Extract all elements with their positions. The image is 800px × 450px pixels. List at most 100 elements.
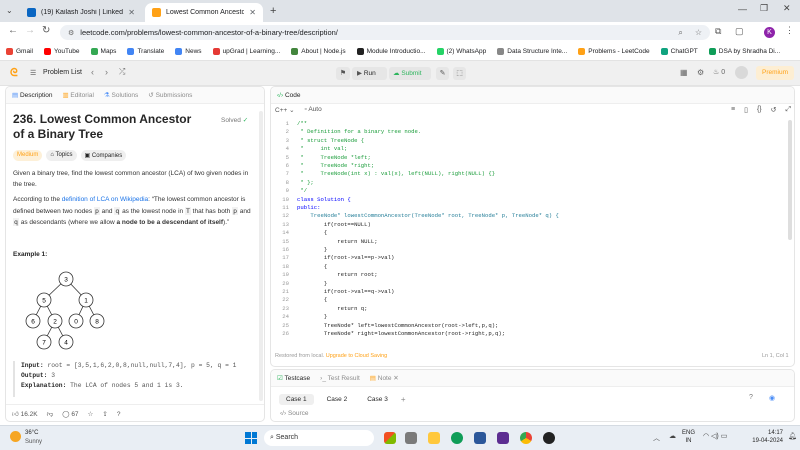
tab-leetcode[interactable]: Lowest Common Ancestor of a ✕ [145, 3, 263, 22]
code-line[interactable]: if(root->val==p->val) [297, 254, 395, 262]
code-line[interactable]: * TreeNode *right; [297, 162, 374, 170]
bookmark-item[interactable]: Translate [127, 48, 164, 55]
tab-search-icon[interactable]: ⌄ [6, 6, 16, 16]
bookmark-item[interactable]: Gmail [6, 48, 33, 55]
format-icon[interactable]: ≡ [731, 106, 735, 114]
code-line[interactable]: public: [297, 204, 321, 212]
site-info-icon[interactable]: ⚙ [68, 29, 74, 37]
close-icon[interactable]: ✕ [249, 8, 256, 17]
user-avatar[interactable] [735, 66, 748, 79]
profile-avatar[interactable]: K [764, 27, 775, 38]
layout-icon[interactable]: ▦ [680, 68, 688, 77]
bookmark-item[interactable]: upGrad | Learning... [212, 48, 280, 55]
edge-icon[interactable] [451, 432, 463, 444]
task-view-icon[interactable] [405, 432, 417, 444]
expand-icon[interactable]: ⤢ [786, 106, 792, 114]
code-line[interactable]: * int val; [297, 145, 347, 153]
close-icon[interactable]: ✕ [393, 375, 398, 382]
taskbar-search[interactable]: ⌕ Search [264, 430, 374, 446]
brackets-icon[interactable]: {} [757, 106, 762, 114]
window-close-icon[interactable]: ✕ [783, 3, 791, 14]
help-icon[interactable]: ? [117, 411, 121, 418]
back-icon[interactable]: ← [8, 25, 18, 36]
wikipedia-link[interactable]: definition of LCA on Wikipedia [62, 196, 148, 203]
code-line[interactable]: } [297, 246, 327, 254]
code-line[interactable]: { [297, 263, 327, 271]
tab-test-result[interactable]: ›_ Test Result [320, 375, 360, 382]
bookmark-item[interactable]: DSA by Shradha Di... [708, 48, 780, 55]
maximize-icon[interactable]: ❐ [760, 3, 768, 14]
code-line[interactable]: * Definition for a binary tree node. [297, 128, 421, 136]
tab-note[interactable]: ▤ Note ✕ [370, 374, 399, 382]
help-icon[interactable]: ? [749, 394, 753, 401]
add-case-icon[interactable]: + [401, 395, 406, 404]
weather-sun-icon[interactable] [10, 431, 21, 442]
submit-button[interactable]: ☁ Submit [389, 67, 431, 80]
code-line[interactable]: return q; [297, 305, 367, 313]
code-line[interactable]: /** [297, 120, 307, 128]
settings-icon[interactable]: ⚙ [697, 68, 704, 77]
topics-badge[interactable]: ⌂ Topics [46, 150, 77, 161]
code-tab[interactable]: ‹/› Code [277, 92, 301, 99]
copilot-icon[interactable] [384, 432, 396, 444]
problem-list-link[interactable]: Problem List [43, 69, 82, 76]
tab-testcase[interactable]: ☑ Testcase [277, 374, 310, 382]
chevron-up-icon[interactable]: ︿ [653, 433, 660, 443]
case-2-tab[interactable]: Case 2 [320, 394, 355, 405]
fullscreen-icon[interactable]: ⬚ [453, 67, 466, 80]
store-icon[interactable] [474, 432, 486, 444]
bookmark-item[interactable]: Module Introductio... [356, 48, 426, 55]
language-indicator[interactable]: ENG IN [682, 429, 695, 445]
code-line[interactable]: } [297, 313, 327, 321]
code-line[interactable]: * TreeNode(int x) : val(x), left(NULL), … [297, 170, 495, 178]
reset-icon[interactable]: ↺ [771, 106, 777, 114]
close-icon[interactable]: ✕ [128, 8, 135, 17]
bookmark-item[interactable]: About | Node.js [291, 48, 346, 55]
dislike-icon[interactable]: 👎︎ [47, 410, 54, 418]
omnibox[interactable]: ⚙ leetcode.com/problems/lowest-common-an… [60, 25, 710, 40]
source-toggle[interactable]: ‹/› Source [280, 410, 309, 417]
bookmark-item[interactable]: Problems - LeetCode [578, 48, 650, 55]
favorite-icon[interactable]: ☆ [88, 410, 94, 418]
next-problem-icon[interactable]: › [105, 67, 108, 77]
streak-counter[interactable]: ♨ 0 [713, 68, 725, 76]
premium-button[interactable]: Premium [756, 66, 794, 80]
tab-linkedin[interactable]: (19) Kailash Joshi | LinkedIn ✕ [20, 3, 142, 22]
code-line[interactable]: { [297, 229, 327, 237]
forward-icon[interactable]: → [25, 25, 35, 36]
menu-icon[interactable]: ⋮ [785, 25, 794, 36]
prev-problem-icon[interactable]: ‹ [91, 67, 94, 77]
case-1-tab[interactable]: Case 1 [279, 394, 314, 405]
tab-editorial[interactable]: ▥ Editorial [62, 91, 93, 99]
code-line[interactable]: * struct TreeNode { [297, 137, 364, 145]
debug-icon[interactable]: ⚑ [336, 67, 350, 80]
bookmark-item[interactable]: News [175, 48, 202, 55]
tab-description[interactable]: ▤ Description [12, 91, 52, 99]
code-line[interactable]: TreeNode* right=lowestCommonAncestor(roo… [297, 330, 505, 338]
run-button[interactable]: ▶ Run [352, 67, 387, 80]
case-3-tab[interactable]: Case 3 [360, 394, 395, 405]
code-line[interactable]: return root; [297, 271, 377, 279]
system-tray-icons[interactable]: ◠ ◁) ▭ [703, 432, 727, 440]
media-player-icon[interactable] [543, 432, 555, 444]
bookmark-item[interactable]: ChatGPT [660, 48, 698, 55]
chrome-icon[interactable] [520, 432, 532, 444]
like-button[interactable]: 👍︎ 16.2K [12, 410, 38, 418]
code-line[interactable]: } [297, 280, 327, 288]
code-line[interactable]: */ [297, 187, 307, 195]
tab-submissions[interactable]: ↺ Submissions [148, 91, 192, 99]
extensions-icon[interactable]: ⧉ [715, 26, 721, 37]
editor-scrollbar[interactable] [788, 120, 792, 240]
language-select[interactable]: C++ ⌄ [275, 106, 295, 114]
windows-start-icon[interactable] [245, 432, 257, 444]
code-line[interactable]: { [297, 296, 327, 304]
zoom-icon[interactable]: ⌕ [678, 28, 682, 38]
description-scrollbar[interactable] [259, 111, 263, 401]
share-icon[interactable]: ⇪ [102, 410, 107, 418]
leetcode-logo-icon[interactable]: ᘓ [10, 68, 19, 79]
code-line[interactable]: if(root->val==q->val) [297, 288, 395, 296]
auto-mode[interactable]: ▫ Auto [305, 106, 322, 114]
minimize-icon[interactable]: — [738, 4, 747, 14]
code-line[interactable]: TreeNode* left=lowestCommonAncestor(root… [297, 322, 499, 330]
code-line[interactable]: TreeNode* lowestCommonAncestor(TreeNode*… [297, 212, 558, 220]
